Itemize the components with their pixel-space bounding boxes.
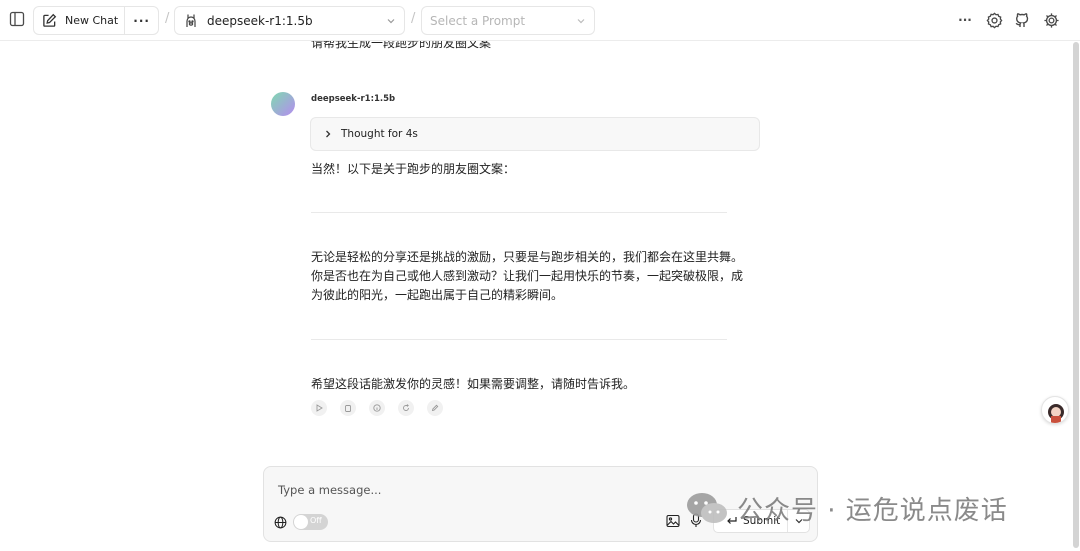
image-icon[interactable] bbox=[666, 514, 680, 528]
sidebar-toggle-icon[interactable] bbox=[8, 10, 26, 28]
chevron-down-icon bbox=[386, 16, 396, 26]
response-line: 无论是轻松的分享还是挑战的激励，只要是与跑步相关的，我们都会在这里共舞。 bbox=[311, 250, 744, 264]
settings-icon[interactable] bbox=[985, 11, 1003, 29]
gear-icon[interactable] bbox=[1042, 11, 1060, 29]
scrollbar[interactable] bbox=[1073, 42, 1079, 548]
watermark: 公众号 · 运危说点废话 bbox=[685, 488, 1008, 528]
assistant-name: deepseek-r1:1.5b bbox=[311, 94, 396, 104]
prompt-select[interactable]: Select a Prompt bbox=[421, 6, 595, 35]
user-message: 请帮我生成一段跑步的朋友圈文案 bbox=[311, 41, 492, 50]
response-paragraph: 希望这段话能激发你的灵感！如果需要调整，请随时告诉我。 bbox=[311, 377, 636, 391]
watermark-text: 公众号 · 运危说点废话 bbox=[737, 495, 1008, 526]
wechat-icon bbox=[687, 493, 727, 523]
chevron-right-icon bbox=[323, 129, 333, 139]
top-bar: New Chat ··· / deepseek-r1:1.5b / Select… bbox=[0, 0, 1080, 41]
more-options-icon[interactable]: ··· bbox=[125, 14, 158, 28]
copy-icon[interactable] bbox=[340, 400, 356, 416]
thought-toggle[interactable]: Thought for 4s bbox=[310, 117, 760, 151]
play-icon[interactable] bbox=[311, 400, 327, 416]
prompt-placeholder: Select a Prompt bbox=[430, 13, 526, 28]
new-chat-button[interactable]: New Chat bbox=[34, 7, 126, 34]
github-icon[interactable] bbox=[1013, 11, 1031, 29]
assistant-avatar bbox=[271, 92, 295, 116]
more-options-icon[interactable]: ··· bbox=[956, 12, 974, 28]
edit-icon bbox=[42, 13, 57, 28]
thought-label: Thought for 4s bbox=[341, 128, 418, 140]
new-chat-label: New Chat bbox=[65, 14, 119, 27]
divider bbox=[311, 212, 727, 213]
model-name: deepseek-r1:1.5b bbox=[207, 13, 313, 28]
globe-icon[interactable] bbox=[274, 516, 287, 529]
edit-icon[interactable] bbox=[427, 400, 443, 416]
chevron-down-icon bbox=[576, 16, 586, 26]
toggle-knob bbox=[294, 515, 308, 529]
model-select[interactable]: deepseek-r1:1.5b bbox=[174, 6, 405, 35]
regenerate-icon[interactable] bbox=[398, 400, 414, 416]
llama-icon bbox=[184, 13, 198, 29]
response-line: 为彼此的阳光，一起跑出属于自己的精彩瞬间。 bbox=[311, 288, 564, 302]
info-icon[interactable] bbox=[369, 400, 385, 416]
breadcrumb-separator: / bbox=[165, 11, 170, 26]
response-paragraph: 当然！以下是关于跑步的朋友圈文案： bbox=[311, 162, 516, 176]
response-line: 你是否也在为自己或他人感到激动？让我们一起用快乐的节奏，一起突破极限，成 bbox=[311, 269, 744, 283]
toggle-label: Off bbox=[310, 516, 322, 525]
breadcrumb-separator: / bbox=[411, 11, 416, 26]
message-input[interactable]: Type a message... bbox=[278, 483, 381, 497]
new-chat-group: New Chat ··· bbox=[33, 6, 159, 35]
floating-avatar-button[interactable] bbox=[1041, 396, 1069, 424]
web-search-toggle[interactable]: Off bbox=[293, 514, 328, 530]
divider bbox=[311, 339, 727, 340]
